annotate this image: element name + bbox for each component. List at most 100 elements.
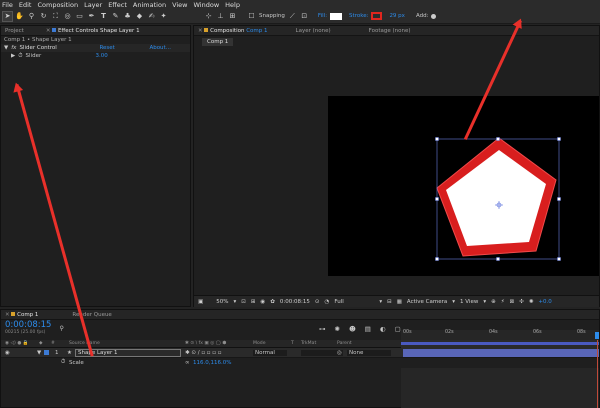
rotate-tool-icon[interactable]: ↻ xyxy=(39,12,48,21)
reset-link[interactable]: Reset xyxy=(99,45,149,51)
snapshot-icon[interactable]: ◉ xyxy=(260,299,265,305)
layer-switches-icons[interactable]: ✱ ⊙ / ▫ ▫ ▫ ▫ xyxy=(185,350,221,356)
clone-stamp-tool-icon[interactable]: ♣ xyxy=(123,12,132,21)
current-time-indicator[interactable] xyxy=(595,332,599,339)
color-channel-icon[interactable]: ✿ xyxy=(270,299,275,305)
about-link[interactable]: About... xyxy=(149,45,171,51)
flowchart-icon[interactable]: ✣ xyxy=(519,299,524,305)
show-channel-icon[interactable]: ◔ xyxy=(325,299,330,305)
align-icon[interactable]: ⊹ xyxy=(204,12,213,21)
close-icon[interactable]: ✕ xyxy=(46,28,51,34)
menu-item-edit[interactable]: Edit xyxy=(19,1,32,9)
timeline-link-icon[interactable]: ⊠ xyxy=(510,299,515,305)
layer-tab[interactable]: Layer (none) xyxy=(296,28,331,34)
hand-tool-icon[interactable]: ✋ xyxy=(15,12,24,21)
menu-item-effect[interactable]: Effect xyxy=(108,1,127,9)
tab-project[interactable]: Project xyxy=(5,28,24,34)
work-area-bar[interactable] xyxy=(401,342,599,345)
stopwatch-icon[interactable]: ⏱ xyxy=(61,359,65,366)
brush-tool-icon[interactable]: ✎ xyxy=(111,12,120,21)
comp-timecode[interactable]: 0:00:08:15 xyxy=(280,299,310,305)
puppet-tool-icon[interactable]: ✦ xyxy=(159,12,168,21)
timeline-tab[interactable]: ✕ Comp 1 xyxy=(5,311,38,318)
slider-param-value[interactable]: 3.00 xyxy=(96,53,108,59)
layer-duration-bar[interactable] xyxy=(403,349,599,357)
scale-value[interactable]: 116.0,116.0% xyxy=(193,360,231,366)
axis-icon[interactable]: ⊥ xyxy=(216,12,225,21)
composition-mini-flowchart-icon[interactable]: ⊶ xyxy=(319,325,326,333)
shy-icon[interactable]: ☻ xyxy=(349,325,356,333)
expand-triangle-icon[interactable]: ▼ xyxy=(37,350,41,356)
rectangle-tool-icon[interactable]: ▭ xyxy=(75,12,84,21)
timeline-timecode[interactable]: 0:00:08:15 xyxy=(5,320,51,330)
menu-item-file[interactable]: File xyxy=(2,1,13,9)
add-icon[interactable] xyxy=(431,13,437,19)
footage-tab[interactable]: Footage (none) xyxy=(369,28,411,34)
fill-swatch[interactable] xyxy=(330,12,343,20)
type-tool-icon[interactable]: T xyxy=(99,12,108,21)
camera-snapshot-icon[interactable]: ⊙ xyxy=(315,299,320,305)
add-label[interactable]: Add: xyxy=(416,13,429,19)
camera-dropdown[interactable]: Active Camera xyxy=(407,299,447,305)
comp-viewer[interactable] xyxy=(194,48,599,295)
time-ruler[interactable]: 00s 02s 04s 06s 08s xyxy=(401,330,599,340)
chevron-down-icon[interactable]: ▾ xyxy=(379,299,382,305)
stroke-label[interactable]: Stroke: xyxy=(349,13,368,19)
fast-preview-icon[interactable]: ⚡ xyxy=(501,299,505,305)
zoom-tool-icon[interactable]: ⚲ xyxy=(27,12,36,21)
trkmat-header[interactable]: TrkMat xyxy=(301,341,316,346)
layer-mode-dropdown[interactable]: Normal xyxy=(253,349,287,356)
link-icon[interactable]: ∞ xyxy=(185,360,190,366)
stroke-width-value[interactable]: 29 px xyxy=(389,13,405,19)
selection-tool-icon[interactable]: ➤ xyxy=(2,10,13,22)
menu-item-window[interactable]: Window xyxy=(194,1,220,9)
parent-header[interactable]: Parent xyxy=(337,341,352,346)
graph-editor-icon[interactable]: ▢ xyxy=(395,325,401,333)
motion-blur-icon[interactable]: ◐ xyxy=(380,325,386,333)
eraser-tool-icon[interactable]: ◆ xyxy=(135,12,144,21)
transparency-grid-icon[interactable]: ▦ xyxy=(397,299,402,305)
pentagon-shape-layer[interactable] xyxy=(194,48,599,295)
search-icon[interactable]: ⚲ xyxy=(59,325,63,332)
draft-3d-icon[interactable]: ✺ xyxy=(335,325,340,333)
zoom-dropdown[interactable]: 50% xyxy=(216,299,228,305)
stroke-swatch[interactable] xyxy=(371,12,383,20)
expand-triangle-icon[interactable]: ▼ xyxy=(4,45,8,51)
mode-header[interactable]: Mode xyxy=(253,341,266,346)
close-icon[interactable]: ✕ xyxy=(5,312,10,318)
fit-icon[interactable]: ⊡ xyxy=(241,299,246,305)
menu-item-composition[interactable]: Composition xyxy=(37,1,78,9)
pan-behind-tool-icon[interactable]: ◎ xyxy=(63,12,72,21)
camera-tool-icon[interactable]: ⛶ xyxy=(51,12,60,21)
resolution-dropdown[interactable]: Full xyxy=(334,299,374,305)
t-header[interactable]: T xyxy=(291,341,294,346)
timeline-tracks-area[interactable] xyxy=(401,368,599,408)
roto-brush-tool-icon[interactable]: ✍ xyxy=(147,12,156,21)
frame-blending-icon[interactable]: ▤ xyxy=(365,325,371,333)
reset-exposure-icon[interactable]: ✺ xyxy=(529,299,534,305)
always-preview-icon[interactable]: ▣ xyxy=(198,299,203,305)
snapping-checkbox[interactable]: ☐ xyxy=(247,12,256,21)
fill-label[interactable]: Fill: xyxy=(318,13,327,19)
chevron-down-icon[interactable]: ▾ xyxy=(483,299,486,305)
comp-tab[interactable]: ✕ Composition Comp 1 xyxy=(198,27,268,34)
pen-tool-icon[interactable]: ✒ xyxy=(87,12,96,21)
comp-sub-tab[interactable]: Comp 1 xyxy=(202,38,234,46)
chevron-down-icon[interactable]: ▾ xyxy=(452,299,455,305)
snap-target-icon[interactable]: ⊡ xyxy=(300,12,309,21)
layer-label-color[interactable] xyxy=(44,350,49,355)
menu-item-layer[interactable]: Layer xyxy=(84,1,102,9)
menu-item-view[interactable]: View xyxy=(172,1,187,9)
snap-edge-icon[interactable]: ⟋ xyxy=(288,12,297,21)
chevron-down-icon[interactable]: ▾ xyxy=(233,299,236,305)
world-axis-icon[interactable]: ⊞ xyxy=(228,12,237,21)
menu-item-help[interactable]: Help xyxy=(225,1,240,9)
grid-icon[interactable]: ⊞ xyxy=(251,299,256,305)
source-name-header[interactable]: Source Name xyxy=(69,341,100,346)
tab-effect-controls[interactable]: ✕ Effect Controls Shape Layer 1 xyxy=(46,27,140,34)
menu-item-animation[interactable]: Animation xyxy=(133,1,166,9)
region-icon[interactable]: ⊟ xyxy=(387,299,392,305)
parent-pickwhip-icon[interactable]: ◎ xyxy=(337,350,342,356)
stopwatch-icon[interactable]: ⏱ xyxy=(18,53,22,60)
views-dropdown[interactable]: 1 View xyxy=(460,299,478,305)
